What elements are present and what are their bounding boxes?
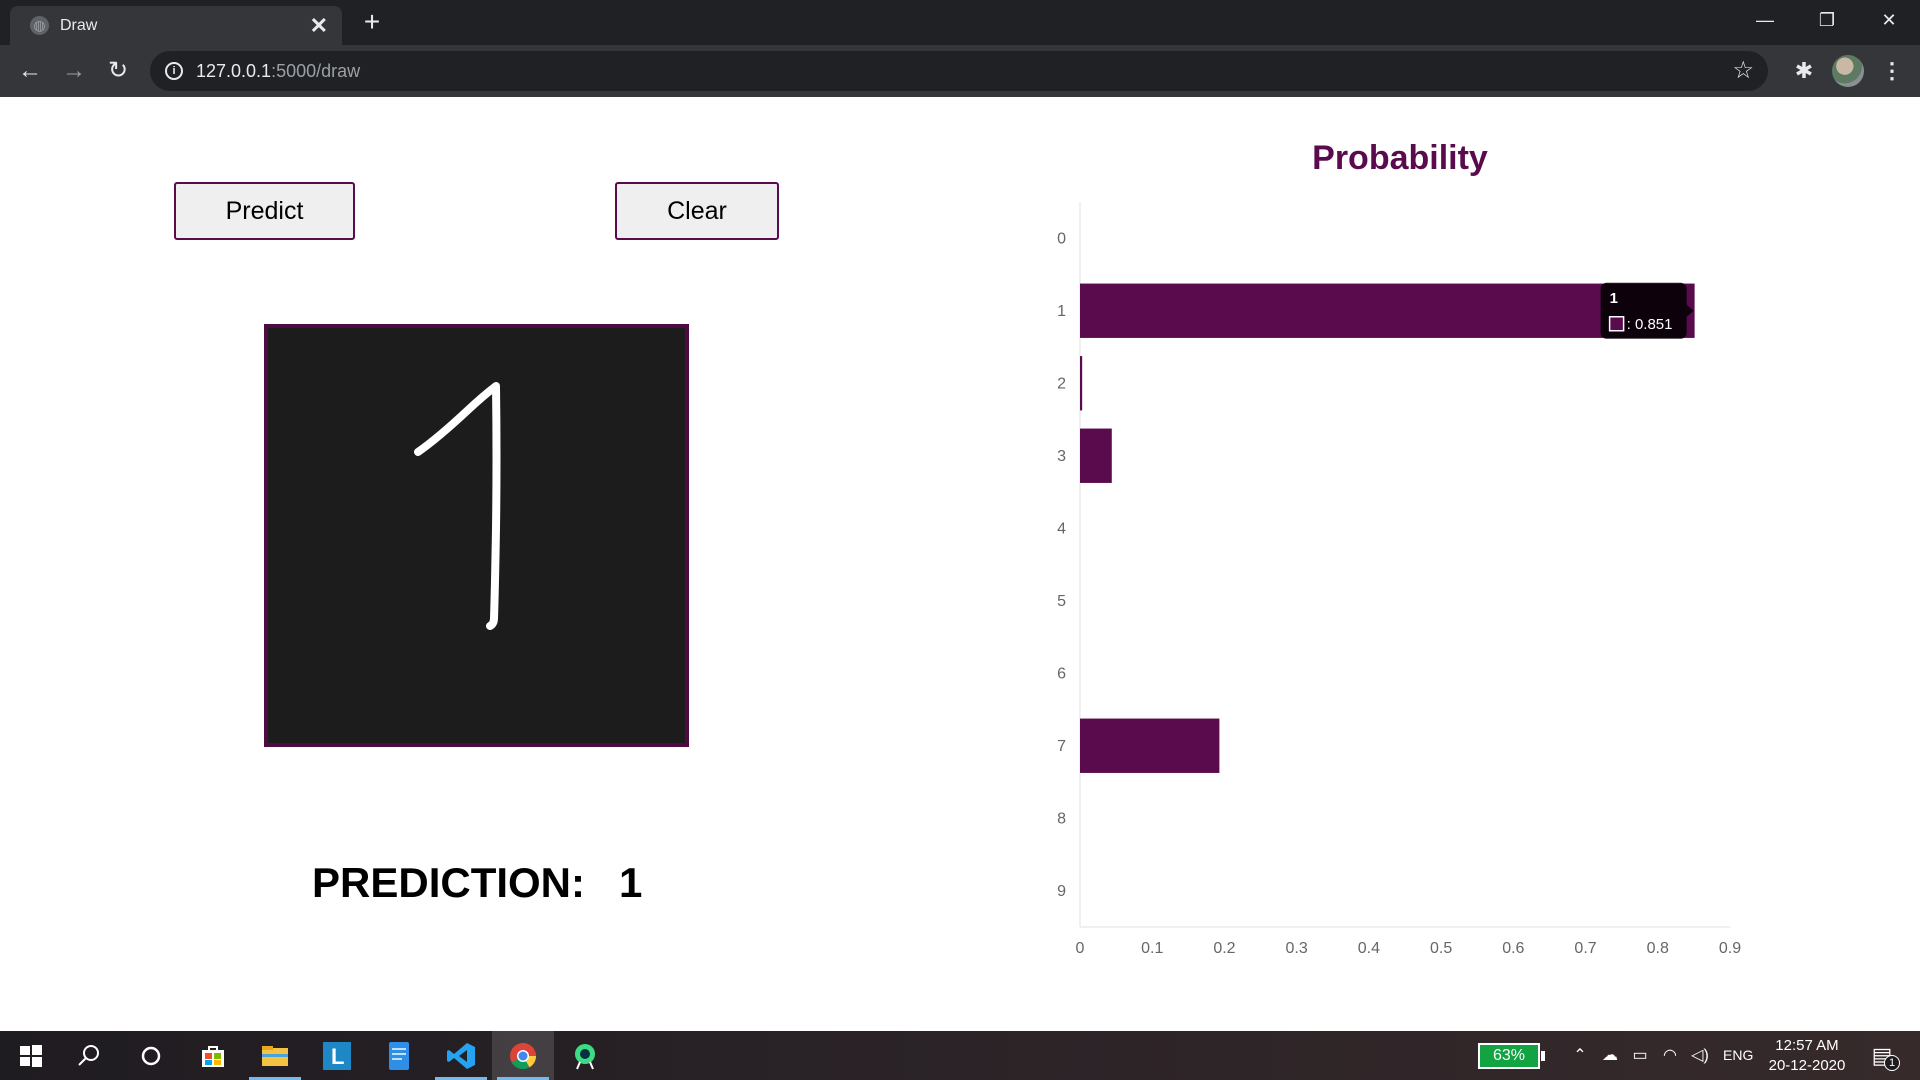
x-tick-label-0.7: 0.7 bbox=[1574, 940, 1596, 957]
minimize-button[interactable]: — bbox=[1735, 0, 1795, 40]
prediction-value: 1 bbox=[619, 859, 643, 906]
y-tick-label-0: 0 bbox=[1057, 230, 1066, 247]
browser-tabstrip: ◍ Draw ✕ + — ❐ ✕ bbox=[0, 0, 1920, 45]
x-tick-labels: 0 0.1 0.2 0.3 0.4 0.5 0.6 0.7 0.8 0.9 bbox=[1076, 940, 1742, 957]
cortana-icon[interactable] bbox=[120, 1031, 182, 1080]
volume-icon[interactable]: ◁) bbox=[1688, 1031, 1712, 1080]
page-content: Predict Clear PREDICTION: 1 Probability 0… bbox=[0, 97, 1920, 1031]
globe-icon: ◍ bbox=[30, 16, 49, 35]
notepad-icon[interactable] bbox=[368, 1031, 430, 1080]
vscode-icon[interactable] bbox=[430, 1031, 492, 1080]
probability-chart: Probability 0123456789 0 0.1 0.2 0.3 0.4 0.5 0… bbox=[1057, 139, 1742, 957]
bar-3[interactable] bbox=[1080, 428, 1112, 483]
x-tick-label-0.2: 0.2 bbox=[1213, 940, 1235, 957]
back-button[interactable]: ← bbox=[12, 53, 48, 89]
file-explorer-icon[interactable] bbox=[244, 1031, 306, 1080]
windows-start-icon[interactable] bbox=[0, 1031, 62, 1080]
android-studio-icon[interactable] bbox=[554, 1031, 616, 1080]
url-text[interactable]: 127.0.0.1:5000/draw bbox=[196, 51, 360, 91]
y-tick-label-2: 2 bbox=[1057, 375, 1066, 392]
language-indicator[interactable]: ENG bbox=[1723, 1031, 1753, 1080]
restore-button[interactable]: ❐ bbox=[1797, 0, 1857, 40]
search-icon[interactable] bbox=[58, 1031, 120, 1080]
x-tick-label-0.4: 0.4 bbox=[1358, 940, 1380, 957]
predict-button[interactable]: Predict bbox=[174, 182, 355, 240]
y-tick-label-8: 8 bbox=[1057, 810, 1066, 827]
l-app-icon[interactable]: L bbox=[306, 1031, 368, 1080]
bar-7[interactable] bbox=[1080, 718, 1220, 773]
x-tick-label-0.9: 0.9 bbox=[1719, 940, 1741, 957]
prediction-label: PREDICTION: bbox=[312, 859, 585, 906]
y-tick-label-7: 7 bbox=[1057, 738, 1066, 755]
chart-tooltip: 1 : 0.851 bbox=[1600, 282, 1694, 339]
notification-center-icon[interactable]: ▤ 1 bbox=[1862, 1039, 1902, 1073]
drawing-canvas[interactable] bbox=[264, 324, 689, 747]
browser-tab[interactable]: ◍ Draw ✕ bbox=[10, 6, 342, 45]
chart-title: Probability bbox=[1312, 139, 1488, 177]
menu-icon[interactable]: ⋮ bbox=[1876, 55, 1908, 87]
battery-indicator[interactable]: 63% bbox=[1478, 1043, 1545, 1069]
tooltip-value: : 0.851 bbox=[1627, 316, 1673, 333]
y-tick-label-3: 3 bbox=[1057, 448, 1066, 465]
reload-button[interactable]: ↻ bbox=[100, 53, 136, 89]
drawn-digit-stroke bbox=[414, 382, 501, 630]
y-tick-labels: 0 1 2 3 4 5 6 7 8 9 bbox=[1057, 230, 1066, 900]
bar-2[interactable] bbox=[1080, 356, 1083, 411]
x-tick-label-0.6: 0.6 bbox=[1502, 940, 1524, 957]
wifi-icon[interactable]: ◠ bbox=[1658, 1031, 1682, 1080]
tab-close-icon[interactable]: ✕ bbox=[310, 6, 328, 45]
windows-taskbar: L 63% ⌃ ☁ ▭ ◠ ◁) ENG 12:57 AM 20-12-2020… bbox=[0, 1031, 1920, 1080]
tab-title: Draw bbox=[60, 17, 98, 34]
url-host: 127.0.0.1 bbox=[196, 61, 272, 81]
tooltip-title: 1 bbox=[1610, 290, 1618, 307]
profile-avatar[interactable] bbox=[1832, 55, 1864, 87]
prediction-text: PREDICTION: 1 bbox=[312, 859, 642, 907]
chevron-up-icon[interactable]: ⌃ bbox=[1568, 1031, 1592, 1080]
y-tick-label-5: 5 bbox=[1057, 593, 1066, 610]
url-path: :5000/draw bbox=[271, 61, 361, 81]
bookmark-star-icon[interactable]: ☆ bbox=[1732, 51, 1754, 91]
x-tick-label-0.1: 0.1 bbox=[1141, 940, 1163, 957]
onedrive-icon[interactable]: ☁ bbox=[1598, 1031, 1622, 1080]
forward-button[interactable]: → bbox=[56, 53, 92, 89]
x-tick-label-0.8: 0.8 bbox=[1647, 940, 1669, 957]
clear-button[interactable]: Clear bbox=[615, 182, 779, 240]
chrome-icon[interactable] bbox=[492, 1031, 554, 1080]
browser-toolbar: ← → ↻ i 127.0.0.1:5000/draw ☆ ✱ ⋮ bbox=[0, 45, 1920, 97]
new-tab-button[interactable]: + bbox=[356, 6, 388, 38]
y-tick-label-4: 4 bbox=[1057, 520, 1066, 537]
close-window-button[interactable]: ✕ bbox=[1859, 0, 1919, 40]
notification-count: 1 bbox=[1884, 1055, 1900, 1071]
info-icon[interactable]: i bbox=[165, 62, 183, 80]
y-tick-label-6: 6 bbox=[1057, 665, 1066, 682]
x-tick-label-0: 0 bbox=[1076, 940, 1085, 957]
battery-saver-icon[interactable]: ▭ bbox=[1628, 1031, 1652, 1080]
address-bar[interactable]: i 127.0.0.1:5000/draw ☆ bbox=[150, 51, 1768, 91]
clock[interactable]: 12:57 AM 20-12-2020 bbox=[1762, 1036, 1852, 1076]
x-tick-label-0.5: 0.5 bbox=[1430, 940, 1452, 957]
y-tick-label-1: 1 bbox=[1057, 303, 1066, 320]
store-icon[interactable] bbox=[182, 1031, 244, 1080]
clock-date: 20-12-2020 bbox=[1768, 1057, 1846, 1074]
x-tick-label-0.3: 0.3 bbox=[1286, 940, 1308, 957]
clock-time: 12:57 AM bbox=[1775, 1037, 1839, 1054]
y-tick-label-9: 9 bbox=[1057, 883, 1066, 900]
svg-text:L: L bbox=[331, 1044, 344, 1069]
bar-group bbox=[1080, 283, 1695, 773]
tooltip-swatch bbox=[1608, 316, 1625, 332]
extensions-icon[interactable]: ✱ bbox=[1788, 55, 1820, 87]
